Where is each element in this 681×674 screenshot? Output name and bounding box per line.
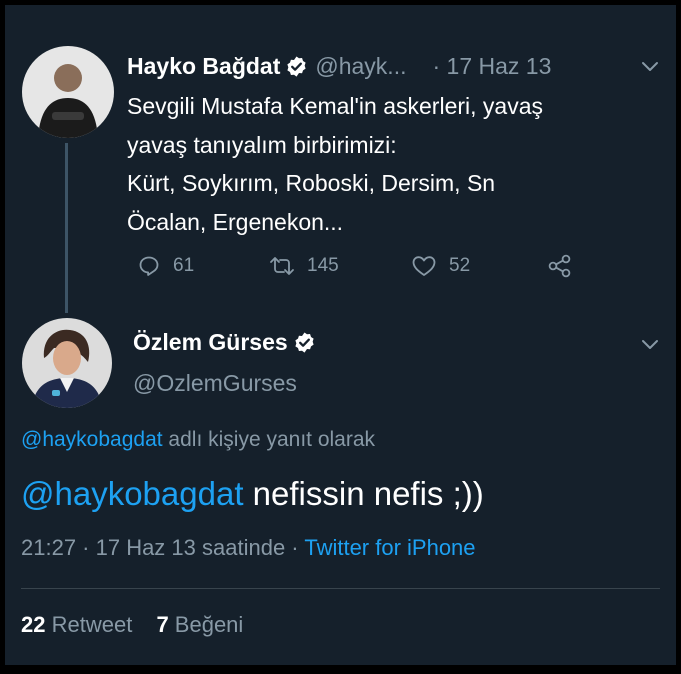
reply-count: 61 xyxy=(173,255,195,276)
likes-count: 7 xyxy=(156,612,169,637)
chevron-down-icon[interactable] xyxy=(641,339,659,351)
share-button[interactable] xyxy=(547,249,585,283)
retweet-count: 145 xyxy=(307,255,339,276)
author-name[interactable]: Özlem Gürses xyxy=(133,329,288,356)
tweet-date[interactable]: · 17 Haz 13 xyxy=(432,53,551,80)
author-handle[interactable]: @hayk... xyxy=(315,53,406,80)
parent-tweet-header: Hayko Bağdat @hayk... · 17 Haz 13 xyxy=(127,49,551,83)
retweets-stat[interactable]: 22 Retweet xyxy=(21,612,132,637)
parent-tweet-actions: 61 145 52 xyxy=(127,249,587,283)
replying-to-line: @haykobagdat adlı kişiye yanıt olarak xyxy=(21,428,375,452)
verified-badge-icon xyxy=(295,331,314,353)
replying-to-label: adlı kişiye yanıt olarak xyxy=(162,428,376,451)
reply-icon xyxy=(139,256,159,276)
main-tweet-header: Özlem Gürses xyxy=(133,325,323,359)
replying-to-mention-link[interactable]: @haykobagdat xyxy=(21,428,163,451)
reply-button[interactable]: 61 xyxy=(137,249,194,283)
tweet-stats: 22 Retweet 7 Beğeni xyxy=(21,612,243,638)
retweets-count: 22 xyxy=(21,612,46,637)
main-tweet-text: @haykobagdat nefissin nefis ;)) xyxy=(21,475,484,513)
tweet-text-line: Sevgili Mustafa Kemal'in askerleri, yava… xyxy=(127,93,543,119)
tweet-body-text: nefissin nefis ;)) xyxy=(243,475,484,512)
parent-tweet-text: Sevgili Mustafa Kemal'in askerleri, yava… xyxy=(127,87,647,241)
retweet-icon xyxy=(270,257,294,275)
like-count: 52 xyxy=(449,255,471,276)
divider xyxy=(21,588,660,589)
author-name[interactable]: Hayko Bağdat xyxy=(127,53,280,80)
mention-link[interactable]: @haykobagdat xyxy=(21,475,244,512)
like-heart-icon xyxy=(412,256,436,276)
verified-badge-icon xyxy=(287,55,306,77)
tweet-detail-view: Hayko Bağdat @hayk... · 17 Haz 13 Sevgil… xyxy=(5,5,676,665)
like-button[interactable]: 52 xyxy=(411,249,470,283)
tweet-timestamp[interactable]: 21:27 · 17 Haz 13 saatinde · xyxy=(21,535,304,560)
avatar-ozlem[interactable] xyxy=(22,318,112,408)
likes-label: Beğeni xyxy=(168,612,244,637)
retweet-button[interactable]: 145 xyxy=(269,249,339,283)
tweet-text-line: Kürt, Soykırım, Roboski, Dersim, Sn xyxy=(127,170,496,196)
chevron-down-icon[interactable] xyxy=(641,61,659,73)
tweet-text-line: yavaş tanıyalım birbirimizi: xyxy=(127,131,397,158)
tweet-text-line: Öcalan, Ergenekon... xyxy=(127,208,344,235)
share-icon xyxy=(548,254,571,278)
tweet-source-link[interactable]: Twitter for iPhone xyxy=(304,535,475,560)
avatar-hayko[interactable] xyxy=(22,46,114,138)
likes-stat[interactable]: 7 Beğeni xyxy=(156,612,243,637)
thread-connector-line xyxy=(65,143,68,313)
retweets-label: Retweet xyxy=(45,612,133,637)
tweet-metadata: 21:27 · 17 Haz 13 saatinde · Twitter for… xyxy=(21,535,476,561)
author-handle[interactable]: @OzlemGurses xyxy=(133,370,297,397)
